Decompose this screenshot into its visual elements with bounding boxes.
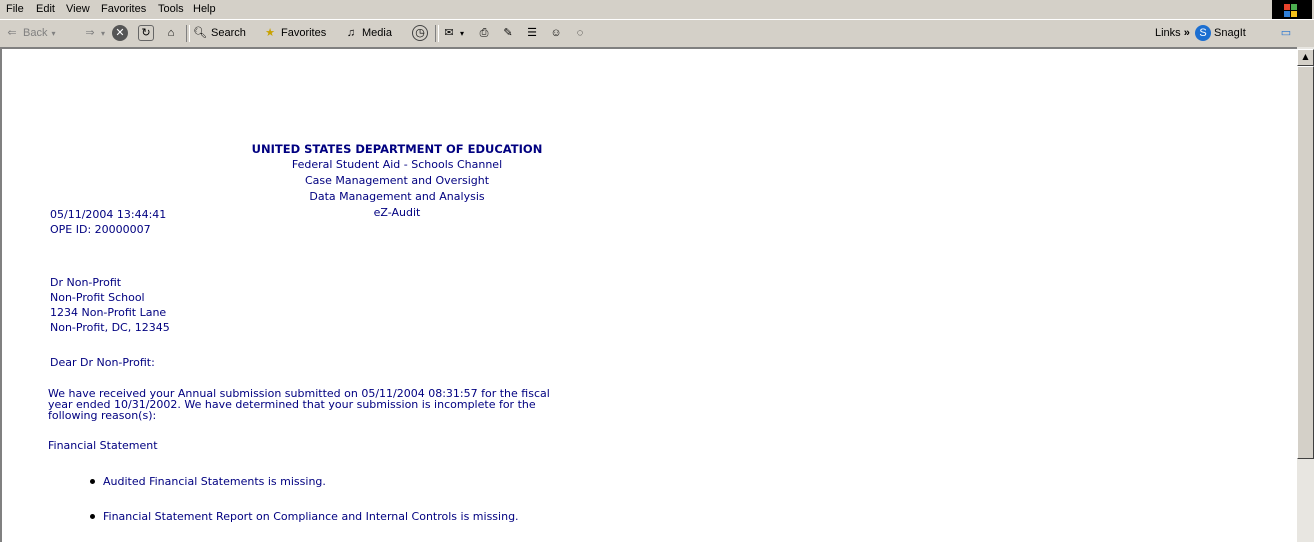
header-line: Case Management and Oversight — [304, 174, 490, 187]
snagit-capture-button[interactable]: ▭ — [1278, 24, 1297, 42]
home-button[interactable]: ⌂ — [163, 24, 182, 42]
salutation: Dear Dr Non-Profit: — [50, 356, 155, 369]
back-arrow-icon: ⇐ — [7, 27, 17, 39]
links-button[interactable]: Links » — [1155, 24, 1190, 42]
menu-help[interactable]: Help — [193, 3, 216, 15]
chevron-down-icon: ▾ — [460, 28, 465, 38]
refresh-button[interactable]: ↻ — [138, 24, 157, 42]
chat-bubble-icon: ◌ — [576, 27, 584, 39]
toolbar-divider — [435, 25, 439, 42]
menu-edit[interactable]: Edit — [36, 3, 55, 15]
search-button[interactable]: 🔍︎ Search — [192, 24, 246, 42]
stop-button[interactable]: ✕ — [112, 24, 131, 42]
triangle-up-icon: ▲ — [1302, 52, 1309, 61]
search-icon: 🔍︎ — [193, 27, 207, 39]
header-line: Data Management and Analysis — [309, 190, 485, 203]
ope-id: OPE ID: 20000007 — [50, 223, 151, 236]
snagit-icon: S — [1195, 25, 1211, 41]
edit-icon: ✎ — [503, 27, 513, 39]
edit-button[interactable]: ✎ — [500, 24, 519, 42]
header-line: Federal Student Aid - Schools Channel — [291, 158, 503, 171]
media-icon: ♫ — [346, 27, 356, 39]
scroll-up-button[interactable]: ▲ — [1297, 49, 1314, 66]
history-icon: ◷ — [412, 25, 428, 41]
header-line: eZ-Audit — [373, 206, 421, 219]
star-icon: ★ — [265, 27, 275, 39]
capture-icon: ▭ — [1280, 27, 1292, 39]
history-button[interactable]: ◷ — [412, 24, 431, 42]
media-button[interactable]: ♫ Media — [343, 24, 392, 42]
menu-favorites[interactable]: Favorites — [101, 3, 146, 15]
address-line: 1234 Non-Profit Lane — [50, 306, 167, 319]
home-icon: ⌂ — [167, 27, 175, 39]
menu-view[interactable]: View — [66, 3, 90, 15]
address-line: Dr Non-Profit — [50, 276, 122, 289]
chevron-down-icon: ▾ — [101, 28, 106, 38]
print-icon: ⎙ — [479, 27, 489, 39]
section-heading: Financial Statement — [48, 439, 158, 452]
menu-file[interactable]: File — [6, 3, 24, 15]
menu-bar: File Edit View Favorites Tools Help — [0, 0, 1314, 19]
agency-title: UNITED STATES DEPARTMENT OF EDUCATION — [251, 142, 543, 156]
letter-header: UNITED STATES DEPARTMENT OF EDUCATION Fe… — [102, 141, 692, 221]
address-line: Non-Profit School — [50, 291, 145, 304]
stop-icon: ✕ — [112, 25, 128, 41]
refresh-icon: ↻ — [138, 25, 154, 41]
chat-button[interactable]: ◌ — [572, 24, 591, 42]
forward-button[interactable]: ⇒ ▾ — [82, 24, 105, 42]
forward-arrow-icon: ⇒ — [85, 27, 95, 39]
discuss-button[interactable]: ☰ — [524, 24, 543, 42]
address-line: Non-Profit, DC, 12345 — [50, 321, 170, 334]
snagit-button[interactable]: S SnagIt — [1195, 24, 1246, 42]
bullet-icon — [90, 513, 95, 519]
mail-button[interactable]: ✉ ▾ — [441, 24, 464, 42]
toolbar: ⇐ Back ▾ ⇒ ▾ ✕ ↻ ⌂ 🔍︎ Search ★ Favorites… — [0, 19, 1314, 48]
list-item: Financial Statement Report on Compliance… — [90, 509, 519, 524]
discuss-icon: ☰ — [527, 27, 537, 39]
vertical-scrollbar[interactable]: ▲ — [1297, 47, 1314, 542]
bullet-icon — [90, 478, 95, 484]
toolbar-divider — [186, 25, 190, 42]
scrollbar-thumb[interactable] — [1297, 66, 1314, 459]
windows-logo-icon — [1272, 0, 1312, 19]
messenger-button[interactable]: ☺ — [548, 24, 567, 42]
print-button[interactable]: ⎙ — [476, 24, 495, 42]
chevron-right-icon: » — [1183, 27, 1190, 39]
list-item: Audited Financial Statements is missing. — [90, 474, 326, 489]
favorites-button[interactable]: ★ Favorites — [262, 24, 326, 42]
mail-icon: ✉ — [444, 27, 454, 39]
chevron-down-icon: ▾ — [51, 28, 56, 38]
back-button[interactable]: ⇐ Back ▾ — [4, 24, 55, 42]
menu-tools[interactable]: Tools — [158, 3, 184, 15]
body-line: following reason(s): — [48, 409, 157, 422]
letter-datetime: 05/11/2004 13:44:41 — [50, 208, 167, 221]
page-content: UNITED STATES DEPARTMENT OF EDUCATION Fe… — [0, 47, 1297, 542]
messenger-icon: ☺ — [550, 27, 562, 39]
